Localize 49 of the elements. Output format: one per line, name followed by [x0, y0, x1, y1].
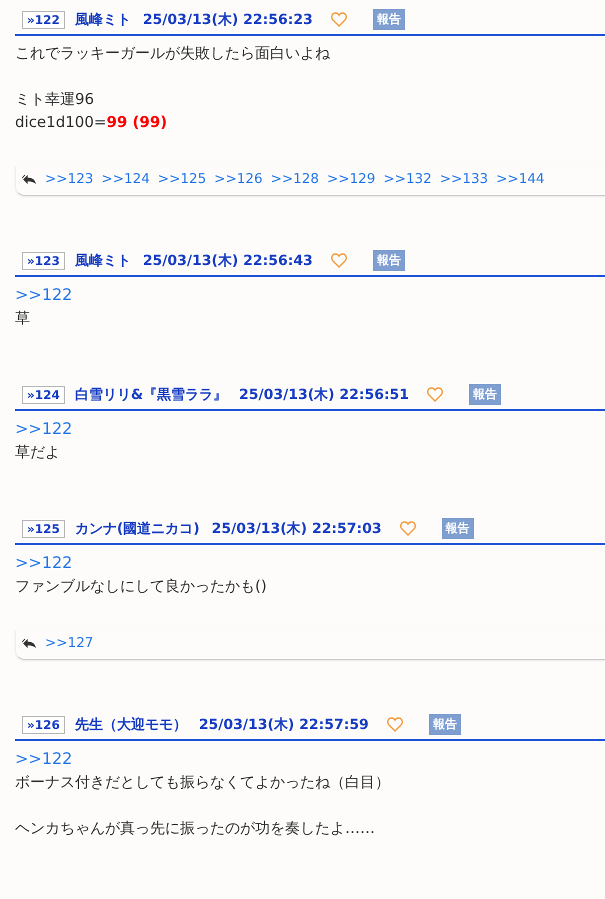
post-text: ボーナス付きだとしても振らなくてよかったね（白目） — [15, 772, 391, 793]
reply-arrow-icon — [22, 638, 37, 648]
report-button[interactable]: 報告 — [428, 714, 461, 735]
backlink[interactable]: >>133 — [440, 171, 488, 187]
post-date: 25/03/13(木) 22:56:23 — [142, 10, 313, 28]
post-text: ヘンカちゃんが真っ先に振ったのが功を奏したよ…… — [15, 818, 376, 839]
poster-name: 風峰ミト — [74, 252, 131, 270]
backlink[interactable]: >>128 — [270, 171, 319, 187]
heart-icon[interactable] — [330, 12, 347, 27]
post-date: 25/03/13(木) 22:57:03 — [212, 520, 382, 538]
poster-name: 風峰ミト — [74, 10, 131, 28]
backlink[interactable]: >>144 — [496, 171, 545, 187]
heart-icon[interactable] — [330, 253, 347, 268]
backlink[interactable]: >>124 — [101, 171, 150, 187]
post-number-link[interactable]: »122 — [22, 10, 65, 28]
post-date: 25/03/13(木) 22:57:59 — [198, 716, 369, 734]
post-text: ファンブルなしにして良かったかも() — [15, 576, 268, 597]
post-number-link[interactable]: »123 — [22, 252, 65, 270]
poster-name: 先生（大迎モモ） — [74, 716, 187, 734]
poster-name: 白雪リリ&『黒雪ララ』 — [74, 386, 228, 404]
post-date: 25/03/13(木) 22:56:51 — [239, 386, 410, 404]
reply-anchor-link[interactable]: >>122 — [15, 419, 72, 438]
reply-anchor-link[interactable]: >>122 — [15, 553, 72, 572]
report-button[interactable]: 報告 — [442, 518, 474, 539]
post-text: これでラッキーガールが失敗したら面白いよね — [15, 43, 331, 64]
reply-anchor-link[interactable]: >>122 — [15, 285, 72, 304]
poster-name: カンナ(國道ニカコ) — [74, 520, 200, 538]
backlink[interactable]: >>125 — [158, 171, 206, 187]
backlink[interactable]: >>126 — [214, 171, 263, 187]
dice-result-text: dice1d100=99 (99) — [15, 112, 168, 133]
post-text: 草 — [15, 308, 31, 329]
backlink[interactable]: >>129 — [326, 171, 376, 187]
heart-icon[interactable] — [400, 521, 416, 536]
post-number-link[interactable]: »126 — [22, 716, 65, 734]
post-text: 草だよ — [15, 442, 61, 463]
backlink[interactable]: >>123 — [45, 171, 94, 187]
report-button[interactable]: 報告 — [469, 384, 502, 405]
report-button[interactable]: 報告 — [372, 9, 405, 30]
post-number-link[interactable]: »124 — [22, 386, 65, 404]
reply-anchor-link[interactable]: >>122 — [15, 749, 72, 768]
backlink[interactable]: >>132 — [383, 171, 432, 187]
post-text: ミト幸運96 — [15, 89, 96, 110]
post-date: 25/03/13(木) 22:56:43 — [142, 252, 313, 270]
report-button[interactable]: 報告 — [372, 250, 405, 271]
heart-icon[interactable] — [427, 387, 444, 402]
post-number-link[interactable]: »125 — [22, 520, 65, 538]
backlink[interactable]: >>127 — [45, 635, 94, 651]
reply-arrow-icon — [22, 174, 37, 184]
heart-icon[interactable] — [386, 717, 403, 732]
